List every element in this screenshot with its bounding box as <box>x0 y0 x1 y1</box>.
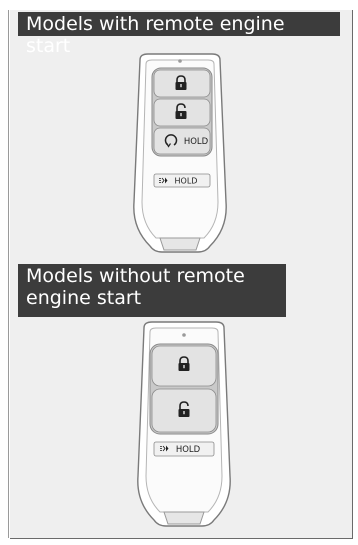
trunk-hold-label: HOLD <box>176 445 201 455</box>
section-heading-remote-start: Models with remote engine start <box>18 12 340 57</box>
key-fob-without-remote-start: HOLD <box>137 321 231 527</box>
key-fob-with-remote-start: HOLD HOLD <box>133 53 227 253</box>
indicator-light <box>178 59 182 63</box>
trunk-hold-label: HOLD <box>175 177 198 186</box>
remote-start-hold-label: HOLD <box>184 137 209 147</box>
left-margin-rule <box>8 10 9 538</box>
section-heading-no-remote-start: Models without remote engine start <box>18 264 286 317</box>
indicator-light <box>182 333 186 337</box>
